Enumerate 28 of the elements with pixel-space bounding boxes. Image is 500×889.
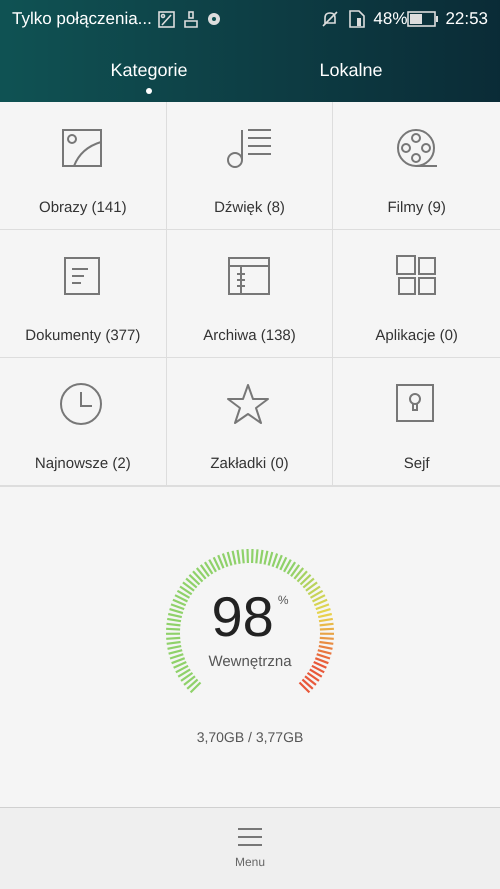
- image-icon: [158, 10, 175, 28]
- usage-percent: 98: [212, 587, 274, 647]
- category-tile[interactable]: Sejf: [333, 358, 500, 486]
- category-tile[interactable]: Dźwięk (8): [166, 102, 334, 230]
- menu-button[interactable]: Menu: [0, 807, 500, 889]
- category-tile[interactable]: Archiwa (138): [166, 230, 334, 358]
- storage-usage: 3,70GB / 3,77GB: [196, 728, 304, 747]
- disc-icon: [206, 11, 223, 27]
- category-tile[interactable]: Najnowsze (2): [0, 358, 167, 486]
- category-tile[interactable]: Filmy (9): [333, 102, 500, 230]
- muted-bell-icon: [321, 10, 340, 28]
- tab[interactable]: Kategorie: [48, 38, 250, 102]
- storage-name: Wewnętrzna: [208, 652, 292, 672]
- category-tile[interactable]: Aplikacje (0): [333, 230, 500, 358]
- menu-label: Menu: [234, 854, 266, 870]
- category-tile[interactable]: Obrazy (141): [0, 102, 167, 230]
- battery-icon: [407, 11, 440, 27]
- music-note-icon: [225, 126, 274, 170]
- sim-card-icon: [349, 10, 366, 28]
- tab[interactable]: Lokalne: [250, 38, 452, 102]
- category-tile[interactable]: Dokumenty (377): [0, 230, 167, 358]
- notification-text: Tylko połączenia...: [12, 8, 152, 30]
- category-tile[interactable]: Zakładki (0): [166, 358, 334, 486]
- menu-icon: [237, 826, 263, 846]
- brush-icon: [182, 10, 199, 28]
- battery-percent: 48%: [373, 8, 408, 30]
- clock-time: 22:53: [445, 8, 488, 30]
- percent-sign: %: [278, 592, 288, 609]
